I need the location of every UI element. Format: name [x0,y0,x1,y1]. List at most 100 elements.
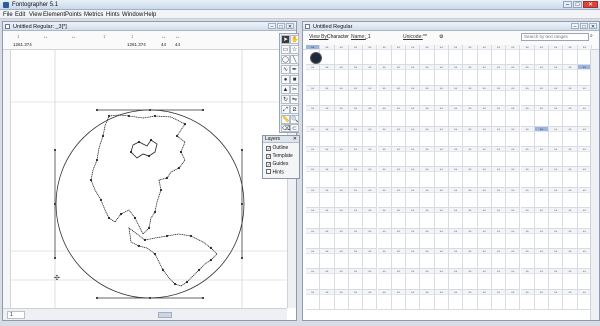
checkbox-icon[interactable]: ✓ [266,153,271,159]
glyph-cell[interactable]: ** [449,249,464,270]
glyph-cell[interactable]: ** [334,45,349,66]
glyph-cell[interactable]: ** [377,45,392,66]
glyph-cell[interactable]: ** [334,187,349,209]
glyph-cell[interactable]: ** [491,167,507,188]
glyph-cell[interactable]: ** [534,249,550,270]
glyph-cell[interactable]: ** [306,269,321,290]
rectangle-tool-icon[interactable]: ▭ [281,45,290,54]
glyph-cell[interactable]: ** [434,269,449,290]
glyph-cell[interactable]: ** [477,289,492,311]
glyph-cell[interactable]: ** [334,65,349,86]
glyph-cell[interactable]: ** [334,269,349,290]
measure-tool-icon[interactable]: 📏 [281,115,290,124]
glyph-cell[interactable]: ** [477,65,492,86]
glyph-cell[interactable]: ** [563,249,578,270]
glyph-cell[interactable]: ** [520,147,535,168]
glyph-cell[interactable]: ** [420,147,435,168]
glyph-cell[interactable]: ** [406,187,421,209]
glyph-cell[interactable]: ** [534,126,550,147]
glyph-cell[interactable]: ** [491,269,507,290]
glyph-cell[interactable]: ** [549,249,564,270]
glyph-cell[interactable]: ** [534,106,550,127]
glyph-maximize-button[interactable]: □ [277,23,285,30]
checkbox-icon[interactable] [266,169,271,174]
search-icon[interactable]: ⌕ [590,33,593,39]
glyph-cell[interactable]: ** [334,228,349,249]
tangent-point-tool-icon[interactable]: ▲ [281,85,290,94]
glyph-cell[interactable]: ** [449,208,464,229]
glyph-cell[interactable]: ** [463,106,478,127]
glyph-cell[interactable]: ** [549,187,564,209]
glyph-cell[interactable]: ** [306,249,321,270]
glyph-cell[interactable]: ** [391,269,407,290]
glyph-cell[interactable]: ** [320,65,335,86]
layer-guides[interactable]: ✓ Guides [266,161,288,168]
glyph-cell[interactable]: ** [306,228,321,249]
glyph-cell[interactable]: ** [306,167,321,188]
glyph-cell[interactable]: ** [477,85,492,107]
glyph-cell[interactable]: ** [406,65,421,86]
glyph-cell[interactable]: ** [520,45,535,66]
glyph-cell[interactable]: ** [377,187,392,209]
glyph-cell[interactable]: ** [320,126,335,147]
glyph-minimize-button[interactable]: – [268,23,276,30]
glyph-cell[interactable]: ** [306,126,321,147]
glyph-cell[interactable]: ** [463,85,478,107]
glyph-cell[interactable]: ** [463,289,478,311]
glyph-cell[interactable]: ** [534,85,550,107]
glyph-cell[interactable]: ** [434,208,449,229]
maximize-button[interactable]: □ [573,1,582,8]
glyph-cell[interactable]: ** [534,208,550,229]
glyph-canvas[interactable]: ✣ [11,50,287,309]
glyph-cell[interactable]: ** [306,147,321,168]
glyph-cell[interactable]: ** [363,289,378,311]
glyph-cell[interactable]: ** [563,289,578,311]
menu-element[interactable]: Element [43,12,65,18]
glyph-cell[interactable]: ** [348,167,364,188]
glyph-cell[interactable]: ** [563,269,578,290]
glyph-cell[interactable]: ** [520,249,535,270]
glyph-cell[interactable]: ** [491,249,507,270]
glyph-cell[interactable]: ** [506,106,521,127]
glyph-cell[interactable]: ** [520,85,535,107]
glyph-cell[interactable]: ** [491,289,507,311]
font-vertical-scrollbar[interactable] [590,50,599,320]
glyph-cell[interactable]: ** [420,45,435,66]
contour-points[interactable] [89,114,213,286]
glyph-cell[interactable]: ** [334,85,349,107]
freehand-tool-icon[interactable]: ∿ [281,65,290,74]
glyph-cell[interactable]: ** [549,45,564,66]
glyph-cell[interactable]: ** [506,85,521,107]
glyph-cell[interactable]: ** [549,208,564,229]
ellipse-tool-icon[interactable]: ◯ [281,55,290,64]
glyph-cell[interactable]: ** [434,167,449,188]
name-label[interactable]: Name: [351,34,366,40]
glyph-cell[interactable]: ** [306,85,321,107]
glyph-cell[interactable]: ** [306,187,321,209]
glyph-cell[interactable]: ** [391,147,407,168]
glyph-cell[interactable]: ** [534,228,550,249]
glyph-cell[interactable]: ** [463,45,478,66]
glyph-cell[interactable]: ** [449,147,464,168]
glyph-cell[interactable]: ** [506,45,521,66]
zoom-field[interactable]: 1 [7,311,25,319]
glyph-cell[interactable]: ** [463,126,478,147]
corner-point-tool-icon[interactable]: ■ [290,75,299,84]
glyph-cell[interactable]: ** [363,65,378,86]
glyph-cell[interactable]: ** [406,289,421,311]
glyph-cell[interactable]: ** [320,85,335,107]
glyph-cell[interactable]: ** [391,45,407,66]
glyph-cell[interactable]: ** [406,249,421,270]
glyph-cell[interactable]: ** [391,187,407,209]
glyph-cell[interactable]: ** [491,106,507,127]
glyph-cell[interactable]: ** [563,228,578,249]
glyph-cell[interactable]: ** [534,65,550,86]
unicode-label[interactable]: Unicode: [403,34,423,40]
glyph-cell[interactable]: ** [334,208,349,229]
knife-tool-icon[interactable]: ✂ [290,85,299,94]
rotate-tool-icon[interactable]: ↻ [281,95,290,104]
glyph-cell[interactable]: ** [449,167,464,188]
close-button[interactable]: ✕ [583,1,598,8]
glyph-cell[interactable]: ** [363,249,378,270]
glyph-cell[interactable]: ** [420,187,435,209]
